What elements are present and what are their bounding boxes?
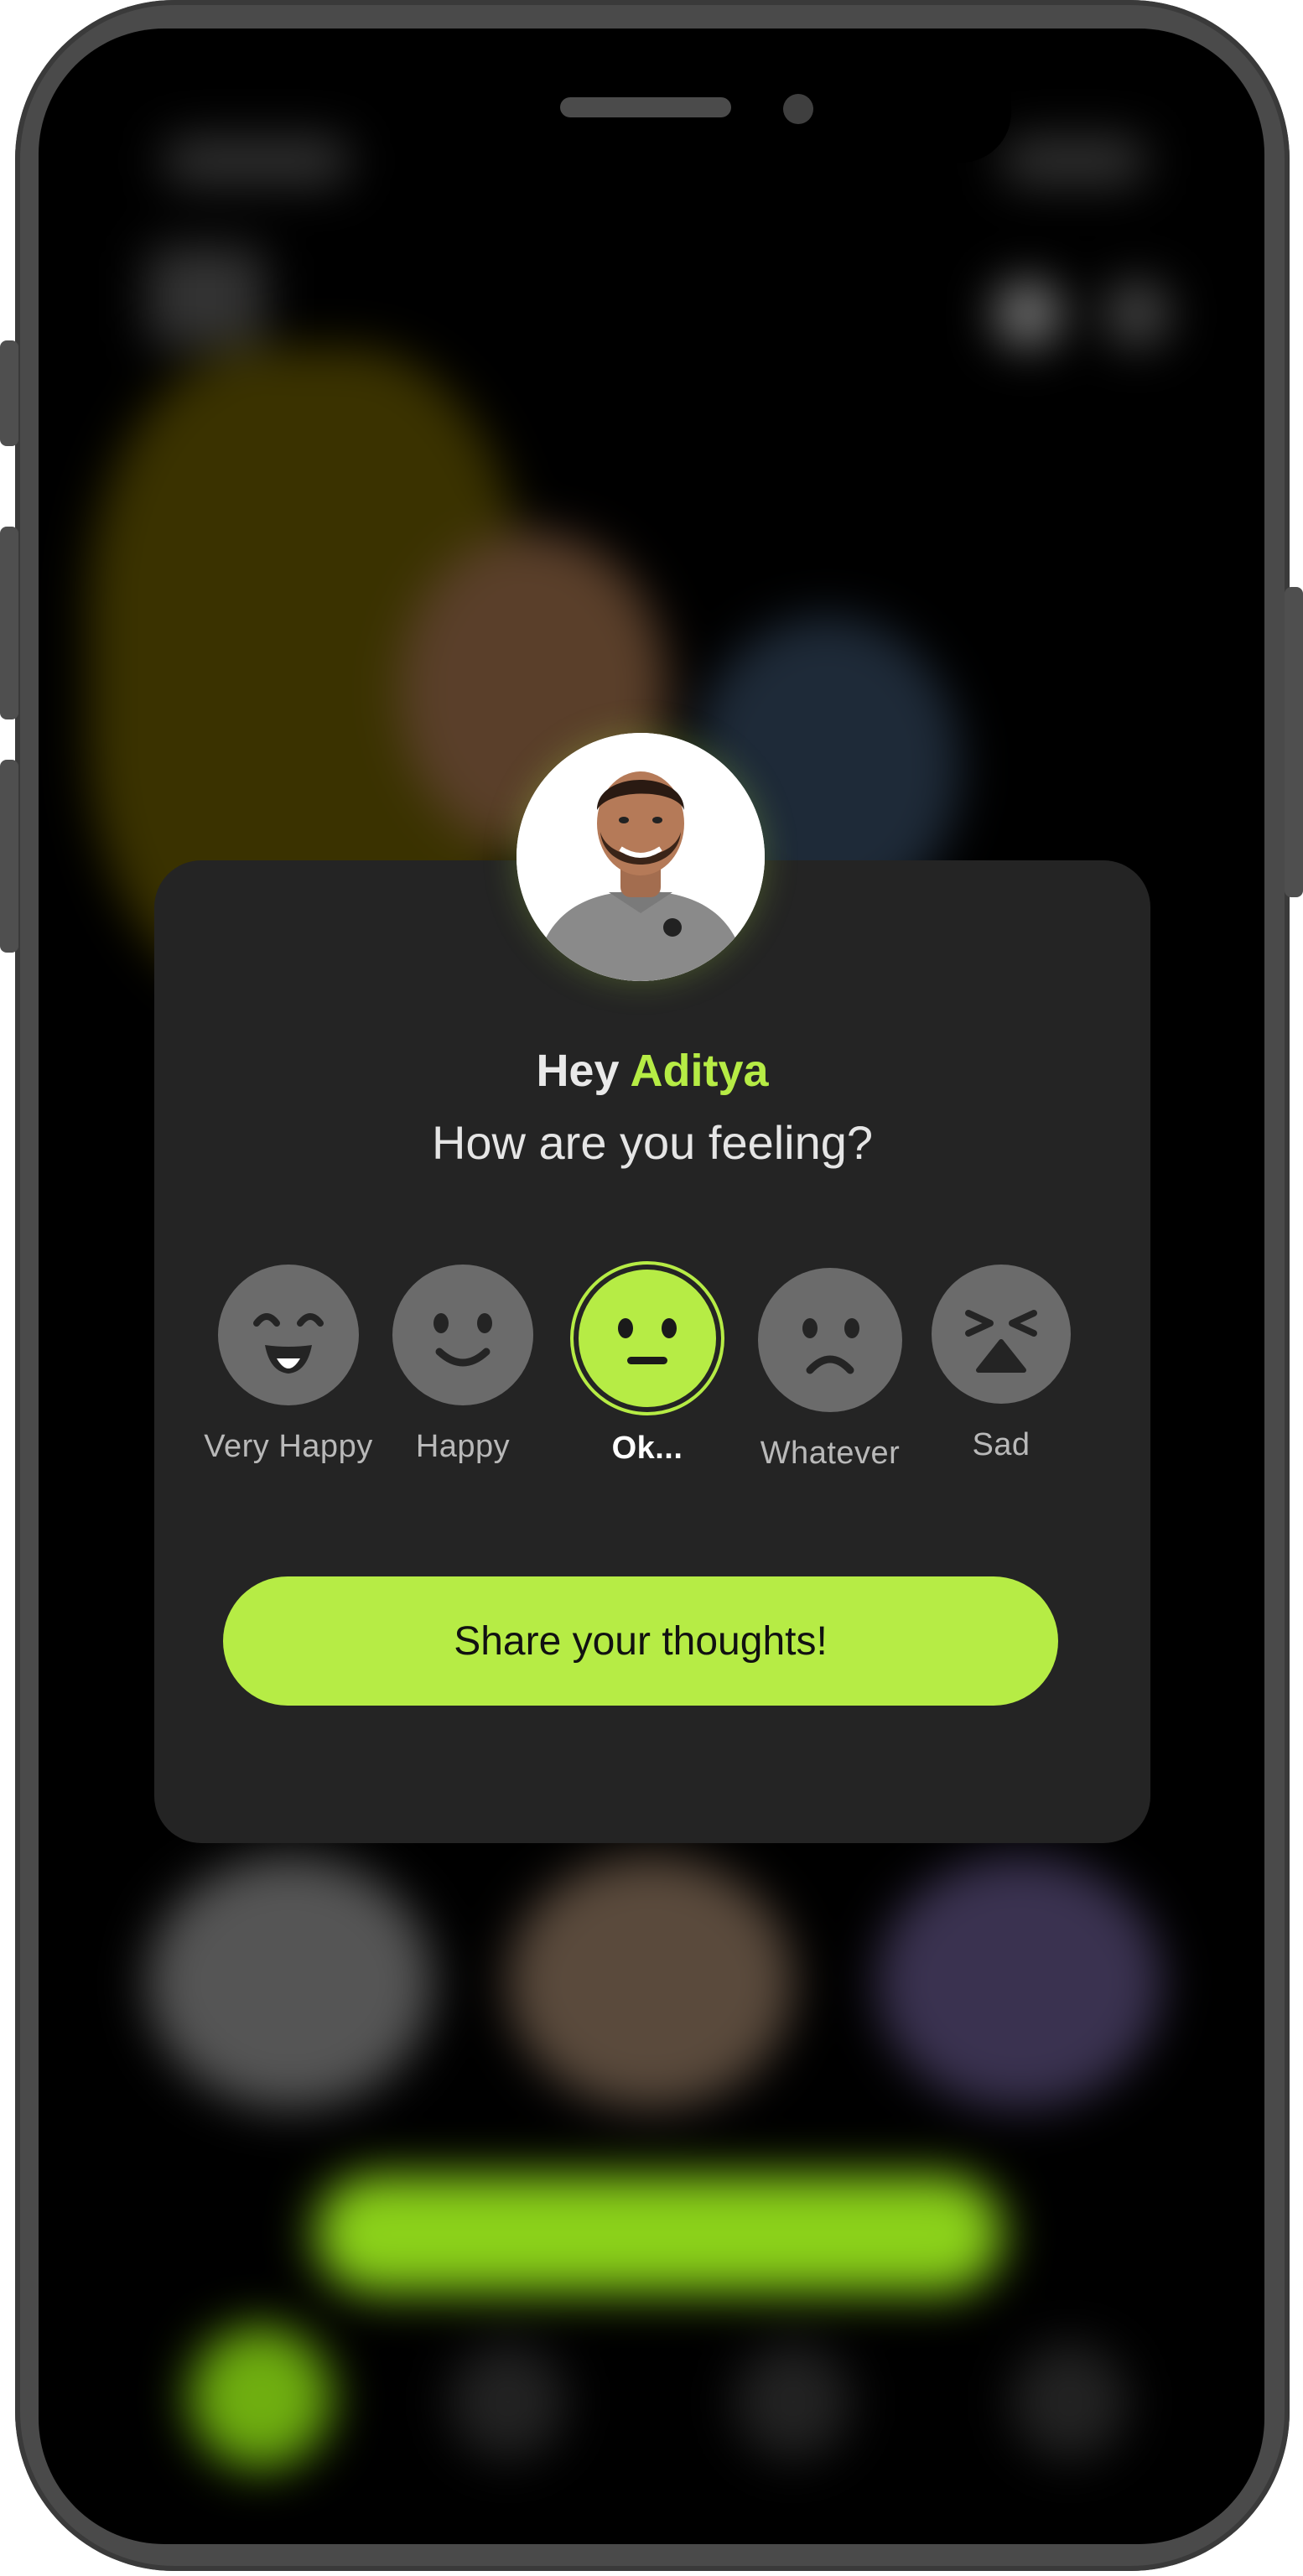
very-happy-face-icon <box>218 1265 359 1405</box>
front-camera <box>783 94 813 124</box>
mood-option-sad[interactable]: Sad <box>931 1265 1072 1463</box>
neutral-face-icon <box>579 1270 716 1407</box>
mood-label: Whatever <box>760 1436 901 1471</box>
mood-option-very-happy[interactable]: Very Happy <box>188 1265 389 1465</box>
share-thoughts-button[interactable]: Share your thoughts! <box>223 1576 1058 1706</box>
speaker-grille <box>560 97 731 117</box>
notch <box>508 29 1011 163</box>
sad-face-icon <box>932 1265 1071 1404</box>
phone-side-button <box>0 760 18 953</box>
greeting-heading: Hey Aditya <box>154 1045 1150 1097</box>
coach-avatar-image <box>517 733 765 981</box>
mood-label: Very Happy <box>204 1429 373 1464</box>
mood-label: Happy <box>415 1429 511 1464</box>
user-name: Aditya <box>630 1046 769 1096</box>
coach-avatar <box>517 733 765 981</box>
greeting-hey: Hey <box>536 1046 631 1096</box>
phone-side-button <box>0 340 18 446</box>
mood-question: How are you feeling? <box>431 1116 874 1169</box>
slightly-sad-face-icon <box>758 1268 902 1412</box>
happy-face-icon <box>392 1265 533 1405</box>
phone-side-button <box>0 527 18 719</box>
mood-label: Sad <box>972 1427 1030 1462</box>
mood-option-ok[interactable]: Ok... <box>574 1270 721 1467</box>
phone-side-button <box>1285 587 1303 897</box>
mood-label: Ok... <box>611 1431 683 1466</box>
mood-option-happy[interactable]: Happy <box>389 1265 537 1465</box>
mood-option-whatever[interactable]: Whatever <box>741 1268 919 1472</box>
